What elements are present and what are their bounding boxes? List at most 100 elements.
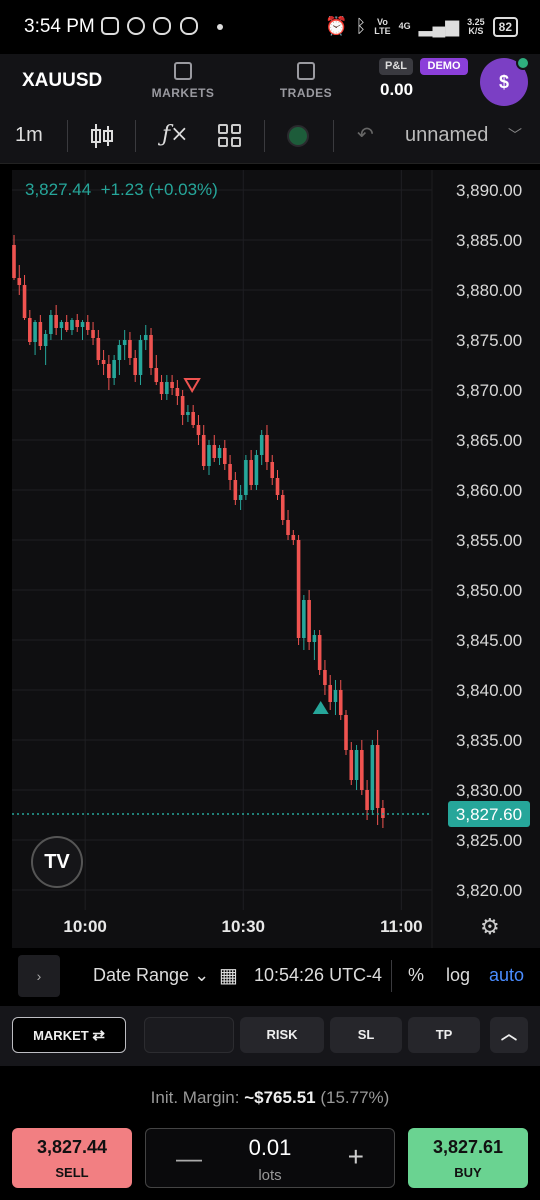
- candle-body: [138, 340, 143, 375]
- y-tick-label: 3,870.00: [456, 381, 522, 400]
- margin-value: ~$765.51: [244, 1088, 316, 1107]
- lots-stepper[interactable]: — 0.01 lots +: [145, 1128, 395, 1188]
- percent-toggle[interactable]: %: [408, 965, 424, 986]
- x-tick-label: 10:00: [63, 917, 106, 936]
- candle-body: [317, 635, 322, 670]
- x-tick-label: 11:00: [380, 917, 423, 936]
- candle-body: [333, 690, 338, 702]
- candle-body: [91, 330, 95, 338]
- candle-body: [233, 480, 238, 500]
- y-tick-label: 3,875.00: [456, 331, 522, 350]
- expand-button[interactable]: ›: [18, 955, 60, 997]
- y-tick-label: 3,840.00: [456, 681, 522, 700]
- layout-name[interactable]: unnamed: [405, 124, 488, 147]
- tab-markets-label: MARKETS: [151, 86, 215, 100]
- candle-body: [286, 520, 290, 535]
- candle-body: [275, 478, 280, 495]
- tab-trades[interactable]: TRADES: [261, 62, 351, 100]
- candle-body: [117, 345, 122, 360]
- trades-icon: [297, 62, 315, 80]
- toolbar-divider: [264, 120, 265, 152]
- toolbar-divider: [67, 120, 68, 152]
- candle-body: [259, 435, 264, 455]
- record-icon[interactable]: [287, 125, 309, 147]
- candle-body: [154, 368, 159, 382]
- margin-percent: (15.77%): [320, 1088, 390, 1107]
- status-time: 3:54 PM: [24, 16, 95, 37]
- alarm-icon: ⏰: [325, 16, 348, 36]
- tab-markets[interactable]: MARKETS: [138, 62, 228, 100]
- status-bar: 3:54 PM ⏰ ᛒ Vo LTE 4G ▂▄▆ 3.25 K/S 82: [0, 0, 540, 54]
- stop-loss-button[interactable]: SL: [330, 1017, 402, 1053]
- take-profit-button[interactable]: TP: [408, 1017, 480, 1053]
- auto-toggle[interactable]: auto: [489, 965, 524, 986]
- candle-body: [128, 340, 132, 358]
- signal-icon: ▂▄▆: [418, 16, 460, 36]
- sell-price: 3,827.44: [36, 1137, 108, 1157]
- order-option-empty[interactable]: [144, 1017, 234, 1053]
- candle-body: [207, 445, 211, 466]
- chart-canvas[interactable]: 3,890.00 3,885.00 3,880.00 3,875.00 3,870.00…: [12, 170, 540, 948]
- buy-label: BUY: [454, 1165, 482, 1180]
- risk-button[interactable]: RISK: [240, 1017, 324, 1053]
- indicators-icon[interactable]: ƒ×: [162, 122, 189, 147]
- candle-body: [280, 495, 285, 520]
- price-chart[interactable]: 3,890.00 3,885.00 3,880.00 3,875.00 3,870.00…: [12, 170, 540, 948]
- candle-body: [143, 335, 148, 340]
- candle-body: [191, 412, 195, 425]
- messenger-icon: [153, 17, 171, 35]
- candlestick-type-icon[interactable]: [90, 122, 114, 150]
- candle-body: [80, 322, 85, 327]
- toolbar-divider: [135, 120, 136, 152]
- undo-icon[interactable]: ↶: [357, 122, 374, 147]
- candle-body: [22, 285, 27, 318]
- plus-icon[interactable]: +: [348, 1141, 364, 1173]
- layouts-icon[interactable]: [218, 124, 242, 148]
- candle-body: [375, 745, 380, 808]
- toolbar-divider: [333, 120, 334, 152]
- candle-body: [349, 750, 354, 780]
- chart-settings-icon[interactable]: ⚙: [480, 914, 500, 940]
- candle-body: [133, 358, 138, 375]
- candle-body: [149, 335, 153, 368]
- candle-body: [238, 495, 243, 500]
- legend-price: 3,827.44: [25, 180, 92, 199]
- y-tick-label: 3,885.00: [456, 231, 522, 250]
- log-toggle[interactable]: log: [446, 965, 470, 986]
- swap-icon: ⇄: [92, 1027, 105, 1044]
- range-divider: [391, 960, 392, 992]
- y-tick-label: 3,855.00: [456, 531, 522, 550]
- y-tick-label: 3,860.00: [456, 481, 522, 500]
- candle-body: [201, 435, 206, 466]
- candle-body: [323, 670, 327, 685]
- sell-label: SELL: [55, 1165, 89, 1180]
- candle-body: [354, 750, 359, 780]
- candle-body: [59, 322, 64, 328]
- calendar-icon[interactable]: ▦: [219, 963, 238, 988]
- tradingview-logo[interactable]: TV: [31, 836, 83, 888]
- timezone-time[interactable]: 10:54:26 UTC-4: [254, 965, 382, 986]
- candle-body: [307, 600, 311, 642]
- candle-body: [296, 540, 301, 638]
- chevron-up-icon[interactable]: ︿: [490, 1017, 528, 1053]
- candle-body: [175, 388, 180, 396]
- interval-selector[interactable]: 1m: [15, 124, 43, 147]
- network-speed: 3.25 K/S: [467, 16, 485, 36]
- candle-body: [12, 245, 16, 278]
- buy-button[interactable]: 3,827.61 BUY: [408, 1128, 528, 1188]
- candle-body: [328, 685, 332, 702]
- symbol-selector[interactable]: XAUUSD: [22, 70, 102, 92]
- candle-body: [70, 320, 74, 330]
- y-tick-label: 3,820.00: [456, 881, 522, 900]
- date-range-dropdown[interactable]: Date Range ⌄: [93, 965, 209, 986]
- bluetooth-icon: ᛒ: [355, 16, 367, 36]
- y-tick-label: 3,835.00: [456, 731, 522, 750]
- candle-body: [75, 320, 80, 327]
- chevron-down-icon[interactable]: ﹀: [508, 125, 522, 145]
- sell-button[interactable]: 3,827.44 SELL: [12, 1128, 132, 1188]
- initial-margin: Init. Margin: ~$765.51 (15.77%): [150, 1088, 390, 1107]
- pnl-value: 0.00: [380, 80, 414, 99]
- candle-body: [17, 278, 22, 285]
- candle-body: [170, 382, 174, 388]
- order-type-button[interactable]: MARKET ⇄: [12, 1017, 126, 1053]
